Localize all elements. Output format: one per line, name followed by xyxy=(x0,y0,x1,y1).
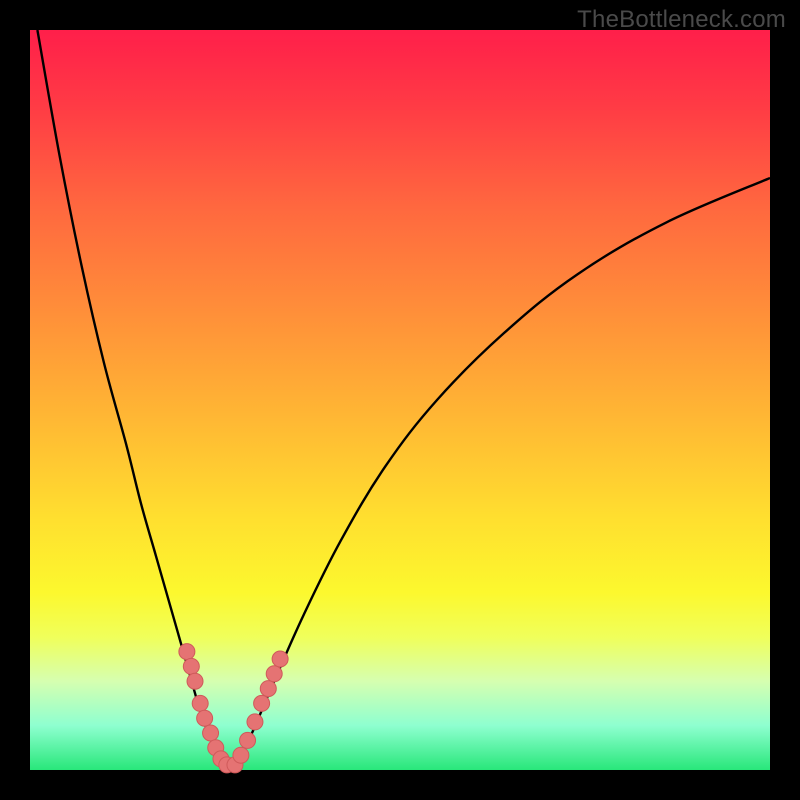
curve-markers xyxy=(179,644,288,773)
watermark-text: TheBottleneck.com xyxy=(577,6,786,34)
curve-marker xyxy=(272,651,288,667)
curve-marker xyxy=(203,725,219,741)
curve-marker xyxy=(260,681,276,697)
plot-area xyxy=(30,30,770,770)
curve-marker xyxy=(183,658,199,674)
curve-marker xyxy=(192,695,208,711)
curve-marker xyxy=(247,714,263,730)
curve-layer xyxy=(30,30,770,770)
curve-right-branch xyxy=(230,178,770,770)
chart-frame: TheBottleneck.com xyxy=(0,0,800,800)
curve-marker xyxy=(266,666,282,682)
curve-marker xyxy=(197,710,213,726)
curve-marker xyxy=(254,695,270,711)
curve-left-branch xyxy=(37,30,229,770)
curve-marker xyxy=(179,644,195,660)
curve-marker xyxy=(233,747,249,763)
curve-marker xyxy=(187,673,203,689)
curve-marker xyxy=(240,732,256,748)
